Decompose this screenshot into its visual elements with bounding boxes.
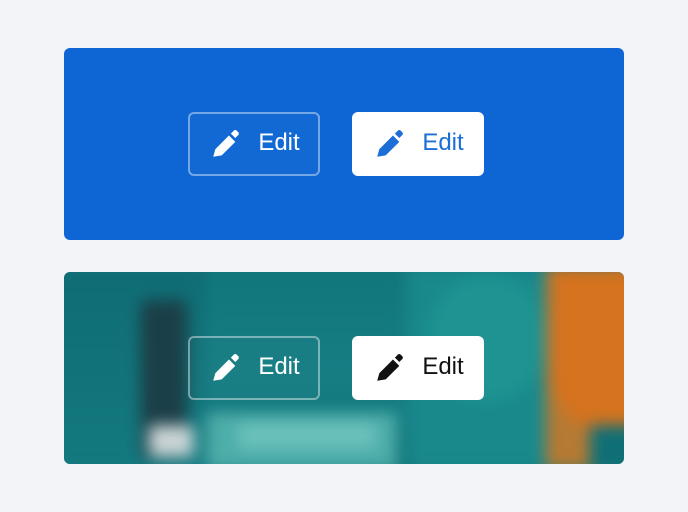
edit-button-label: Edit <box>258 353 300 380</box>
image-background-panel: Edit Edit <box>64 272 624 464</box>
edit-button-label: Edit <box>258 129 300 156</box>
edit-outline-button-blue[interactable]: Edit <box>188 112 320 176</box>
blurred-background-image <box>64 272 624 464</box>
pencil-icon <box>372 351 406 385</box>
edit-solid-button-image[interactable]: Edit <box>352 336 484 400</box>
edit-button-label: Edit <box>422 353 464 380</box>
edit-solid-button-blue[interactable]: Edit <box>352 112 484 176</box>
pencil-icon <box>372 127 406 161</box>
edit-outline-button-image[interactable]: Edit <box>188 336 320 400</box>
pencil-icon <box>208 351 242 385</box>
blue-background-panel: Edit Edit <box>64 48 624 240</box>
edit-button-label: Edit <box>422 129 464 156</box>
pencil-icon <box>208 127 242 161</box>
